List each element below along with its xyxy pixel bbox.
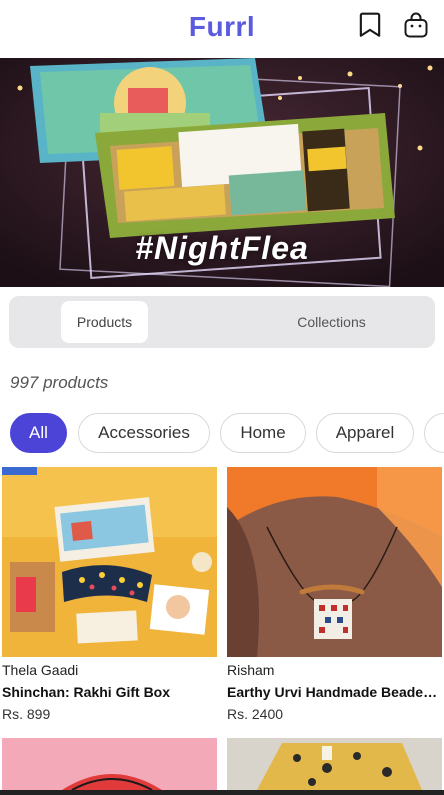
product-name[interactable]: Earthy Urvi Handmade Beaded Necklace bbox=[227, 684, 442, 700]
bookmark-icon[interactable] bbox=[357, 11, 383, 39]
view-toggle: Products Collections bbox=[9, 296, 435, 348]
shopping-bag-icon[interactable] bbox=[403, 11, 429, 39]
tab-products[interactable]: Products bbox=[61, 301, 148, 343]
product-price: Rs. 2400 bbox=[227, 706, 284, 722]
product-vendor: Risham bbox=[227, 662, 275, 678]
filter-chip-home[interactable]: Home bbox=[220, 413, 306, 453]
product-price: Rs. 899 bbox=[2, 706, 51, 722]
product-vendor: Thela Gaadi bbox=[2, 662, 79, 678]
product-card[interactable] bbox=[227, 738, 442, 790]
tab-collections[interactable]: Collections bbox=[279, 301, 384, 343]
product-card[interactable]: Thela Gaadi Shinchan: Rakhi Gift Box Rs.… bbox=[2, 467, 217, 722]
filter-chip-more[interactable] bbox=[424, 413, 444, 453]
banner-caption: #NightFlea bbox=[135, 230, 309, 266]
product-image[interactable] bbox=[2, 467, 217, 657]
product-name[interactable]: Shinchan: Rakhi Gift Box bbox=[2, 684, 217, 700]
filter-chip-all[interactable]: All bbox=[10, 413, 67, 453]
product-image[interactable] bbox=[2, 738, 217, 790]
product-count: 997 products bbox=[10, 373, 109, 392]
bottom-edge bbox=[0, 790, 444, 795]
top-header: Furrl bbox=[0, 0, 444, 58]
product-image[interactable] bbox=[227, 738, 442, 790]
filter-chip-apparel[interactable]: Apparel bbox=[316, 413, 414, 453]
filter-chip-accessories[interactable]: Accessories bbox=[78, 413, 210, 453]
hero-banner[interactable]: #NightFlea bbox=[0, 58, 444, 287]
product-card[interactable] bbox=[2, 738, 217, 790]
product-card[interactable]: Risham Earthy Urvi Handmade Beaded Neckl… bbox=[227, 467, 442, 722]
category-filters: All Accessories Home Apparel bbox=[10, 413, 444, 453]
product-image[interactable] bbox=[227, 467, 442, 657]
